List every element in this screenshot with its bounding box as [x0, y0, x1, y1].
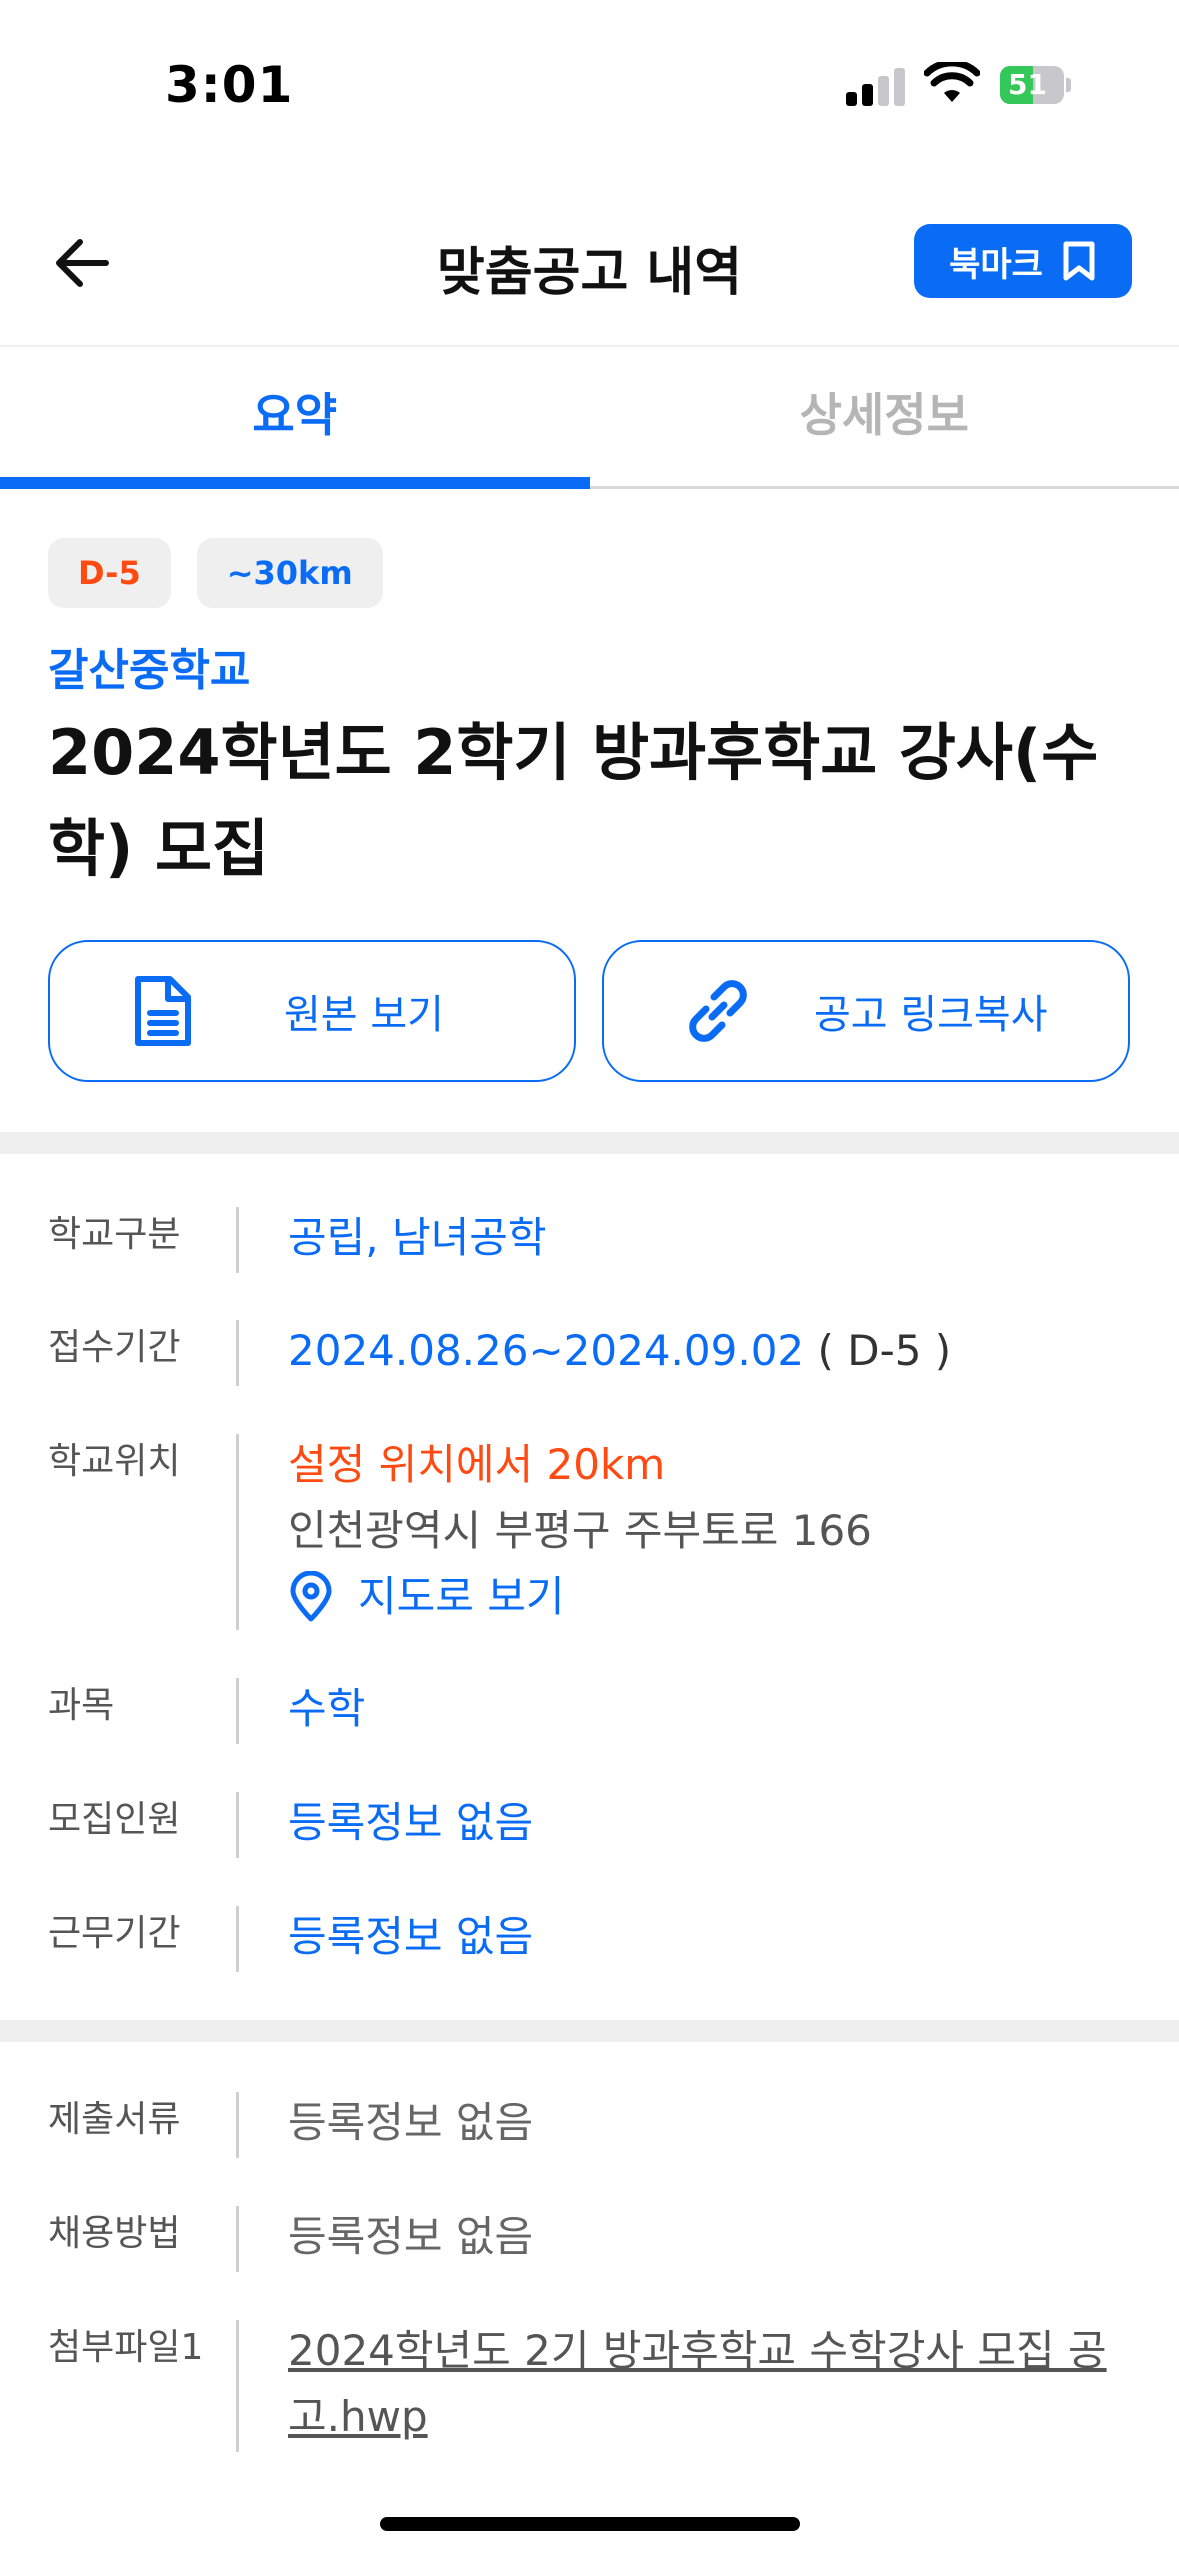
period-dates: 2024.08.26~2024.09.02	[288, 1326, 805, 1375]
map-pin-icon	[290, 1571, 332, 1622]
school-type-value: 공립, 남녀공학	[288, 1213, 547, 1262]
cellular-signal-icon	[846, 66, 906, 106]
map-link[interactable]: 지도로 보기	[288, 1564, 1148, 1630]
copy-link-label: 공고 링크복사	[814, 992, 1048, 1038]
tab-summary[interactable]: 요약	[0, 347, 590, 489]
wifi-icon	[924, 62, 980, 102]
method-label: 채용방법	[48, 2213, 181, 2254]
location-address: 인천광역시 부평구 주부토로 166	[288, 1506, 872, 1555]
documents-value: 등록정보 없음	[288, 2098, 534, 2147]
view-original-button[interactable]: 원본 보기	[48, 940, 576, 1082]
home-indicator	[380, 2517, 800, 2531]
location-label: 학교위치	[48, 1441, 181, 1482]
bookmark-icon	[1063, 241, 1095, 281]
status-bar: 3:01 51	[0, 0, 1179, 150]
tab-details[interactable]: 상세정보	[590, 347, 1179, 486]
dday-badge: D-5	[48, 538, 171, 608]
post-title: 2024학년도 2학기 방과후학교 강사(수학) 모집	[48, 716, 1099, 885]
bookmark-button[interactable]: 북마크	[914, 224, 1132, 298]
headcount-value: 등록정보 없음	[288, 1798, 534, 1847]
map-link-label: 지도로 보기	[358, 1572, 565, 1621]
location-distance: 설정 위치에서 20km	[288, 1440, 666, 1489]
subject-label: 과목	[48, 1685, 115, 1726]
location-value: 설정 위치에서 20km 인천광역시 부평구 주부토로 166 지도로 보기	[288, 1432, 1148, 1630]
link-icon	[689, 980, 747, 1042]
attachment-label: 첨부파일1	[48, 2327, 204, 2368]
section-divider	[0, 2020, 1179, 2042]
period-dday: ( D-5 )	[817, 1326, 952, 1375]
document-icon	[135, 976, 191, 1046]
work-period-value: 등록정보 없음	[288, 1912, 534, 1961]
headcount-label: 모집인원	[48, 1799, 181, 1840]
badge-group: D-5 ~30km	[48, 538, 383, 608]
section-divider	[0, 1132, 1179, 1154]
battery-icon: 51	[1000, 66, 1071, 104]
app-header: 맞춤공고 내역 북마크	[0, 200, 1179, 340]
status-time: 3:01	[165, 56, 294, 114]
copy-link-button[interactable]: 공고 링크복사	[602, 940, 1130, 1082]
method-value: 등록정보 없음	[288, 2212, 534, 2261]
documents-label: 제출서류	[48, 2099, 181, 2140]
tab-bar: 요약 상세정보	[0, 345, 1179, 489]
view-original-label: 원본 보기	[284, 992, 444, 1038]
bookmark-label: 북마크	[949, 244, 1043, 285]
battery-level: 51	[1008, 68, 1047, 101]
distance-badge: ~30km	[196, 538, 383, 608]
school-name: 갈산중학교	[48, 645, 251, 696]
attachment-link[interactable]: 2024학년도 2기 방과후학교 수학강사 모집 공고.hwp	[288, 2318, 1148, 2450]
school-type-label: 학교구분	[48, 1214, 181, 1255]
period-value: 2024.08.26~2024.09.02 ( D-5 )	[288, 1318, 1148, 1384]
period-label: 접수기간	[48, 1327, 181, 1368]
subject-value: 수학	[288, 1684, 366, 1733]
work-period-label: 근무기간	[48, 1913, 181, 1954]
